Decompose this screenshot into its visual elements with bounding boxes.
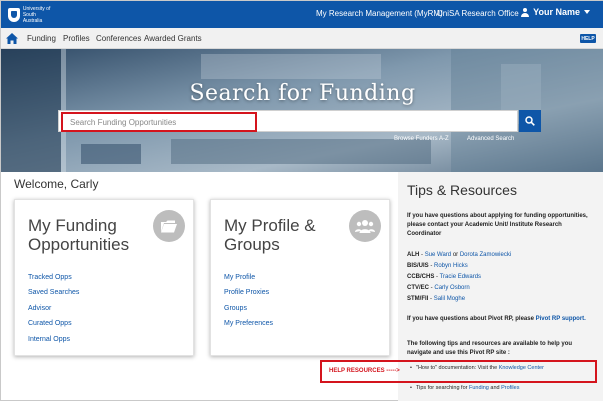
logo-text: University of South Australia	[22, 5, 51, 24]
contact-link[interactable]: Sue Ward	[425, 252, 451, 258]
contact-row: STM/FII - Salil Moghe	[407, 296, 466, 302]
search-icon	[525, 116, 535, 126]
panel-title: Tips & Resources	[407, 182, 517, 198]
contact-link[interactable]: Tracie Edwards	[440, 274, 481, 280]
saved-searches-link[interactable]: Saved Searches	[28, 289, 79, 296]
nav-conferences[interactable]: Conferences	[96, 34, 141, 43]
contact-link[interactable]: Dorota Zamowiecki	[460, 252, 511, 258]
welcome-heading: Welcome, Carly	[14, 177, 99, 191]
contact-row: BIS/UIS - Robyn Hicks	[407, 263, 468, 269]
contact-row: CTV/EC - Carly Osborn	[407, 285, 470, 291]
my-preferences-link[interactable]: My Preferences	[224, 320, 273, 327]
chevron-down-icon	[584, 10, 590, 14]
logo-mark-icon	[8, 7, 20, 22]
user-name: Your Name	[533, 7, 580, 17]
hero-banner: Search for Funding Browse Funders A-Z Ad…	[1, 49, 603, 172]
groups-link[interactable]: Groups	[224, 305, 247, 312]
funding-tips-link[interactable]: Funding	[469, 385, 489, 391]
coordinator-intro-text: If you have questions about applying for…	[407, 213, 588, 237]
profile-groups-card: My Profile & Groups My Profile Profile P…	[210, 199, 390, 356]
folder-icon	[153, 210, 185, 242]
nav-bar: Funding Profiles Conferences Awarded Gra…	[1, 28, 603, 49]
user-menu[interactable]: Your Name	[521, 7, 590, 17]
card-title: My Profile & Groups	[224, 216, 316, 254]
profiles-tips-link[interactable]: Profiles	[501, 385, 519, 391]
following-tips-text: The following tips and resources are ava…	[407, 341, 573, 356]
tracked-opps-link[interactable]: Tracked Opps	[28, 274, 72, 281]
group-icon	[349, 210, 381, 242]
search-input[interactable]	[61, 112, 257, 132]
nav-awarded-grants[interactable]: Awarded Grants	[144, 34, 202, 43]
advisor-link[interactable]: Advisor	[28, 305, 51, 312]
contact-link[interactable]: Robyn Hicks	[434, 263, 468, 269]
contact-link[interactable]: Carly Osborn	[434, 285, 469, 291]
profile-proxies-link[interactable]: Profile Proxies	[224, 289, 269, 296]
curated-opps-link[interactable]: Curated Opps	[28, 320, 72, 327]
search-box	[58, 110, 518, 132]
user-icon	[521, 7, 530, 17]
research-office-link[interactable]: UniSA Research Office	[437, 9, 519, 18]
nav-funding[interactable]: Funding	[27, 34, 56, 43]
home-button[interactable]	[1, 28, 22, 49]
my-profile-link[interactable]: My Profile	[224, 274, 255, 281]
card-title: My Funding Opportunities	[28, 216, 130, 254]
help-button[interactable]: HELP	[580, 34, 596, 43]
top-bar: University of South Australia My Researc…	[1, 1, 603, 28]
funding-opportunities-card: My Funding Opportunities Tracked Opps Sa…	[14, 199, 194, 356]
help-resources-label: HELP RESOURCES ----->	[329, 368, 400, 374]
pivot-support-link[interactable]: Pivot RP support.	[536, 316, 586, 322]
contact-row: ALH - Sue Ward or Dorota Zamowiecki	[407, 252, 512, 258]
list-item: Tips for searching for Funding and Profi…	[410, 385, 519, 391]
myrm-link[interactable]: My Research Management (MyRM)	[316, 9, 443, 18]
hero-title: Search for Funding	[189, 81, 416, 106]
pivot-support-text: If you have questions about Pivot RP, pl…	[407, 316, 586, 322]
nav-profiles[interactable]: Profiles	[63, 34, 90, 43]
advanced-search-link[interactable]: Advanced Search	[467, 136, 514, 142]
search-button[interactable]	[519, 110, 541, 132]
internal-opps-link[interactable]: Internal Opps	[28, 336, 70, 343]
home-icon	[5, 33, 18, 44]
university-logo[interactable]: University of South Australia	[8, 5, 56, 24]
browse-funders-link[interactable]: Browse Funders A-Z	[394, 136, 449, 142]
contact-row: CCB/CHS - Tracie Edwards	[407, 274, 482, 280]
contact-link[interactable]: Salil Moghe	[434, 296, 465, 302]
